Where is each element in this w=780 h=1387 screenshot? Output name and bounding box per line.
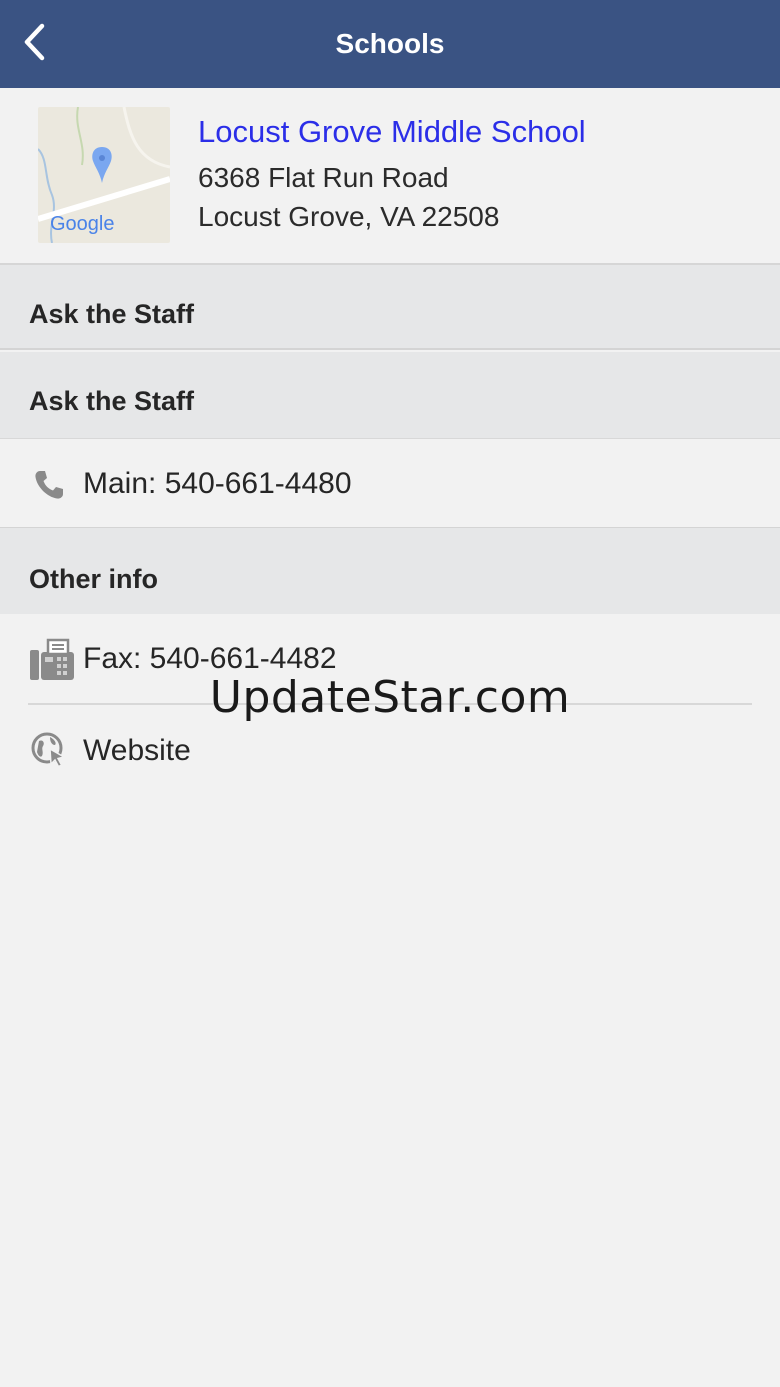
chevron-left-icon: [21, 22, 47, 67]
main-phone-label: Main: 540-661-4480: [83, 467, 352, 500]
main-phone-row[interactable]: Main: 540-661-4480: [0, 438, 780, 529]
globe-cursor-icon: [28, 729, 70, 771]
section-header-other-info: Other info: [0, 528, 780, 614]
map-logo: Google: [50, 213, 115, 235]
school-detail-page: Schools Google Locust Grove Middle Schoo…: [0, 0, 780, 1387]
address-line-1: 6368 Flat Run Road: [198, 162, 449, 193]
website-label: Website: [83, 734, 191, 767]
map-thumbnail[interactable]: Google: [38, 107, 170, 243]
back-button[interactable]: [6, 14, 62, 74]
fax-icon: [28, 636, 76, 684]
page-title: Schools: [335, 28, 445, 59]
navigation-bar: Schools: [0, 0, 780, 88]
fax-row[interactable]: Fax: 540-661-4482: [0, 614, 780, 703]
section-header-ask-the-staff-1: Ask the Staff: [0, 265, 780, 350]
website-row[interactable]: Website: [0, 705, 780, 795]
school-card: Google Locust Grove Middle School 6368 F…: [0, 88, 780, 265]
school-name-link[interactable]: Locust Grove Middle School: [198, 114, 586, 150]
phone-icon: [28, 465, 70, 505]
fax-label: Fax: 540-661-4482: [83, 642, 337, 675]
section-header-ask-the-staff-2: Ask the Staff: [0, 352, 780, 438]
address-line-2: Locust Grove, VA 22508: [198, 201, 500, 232]
